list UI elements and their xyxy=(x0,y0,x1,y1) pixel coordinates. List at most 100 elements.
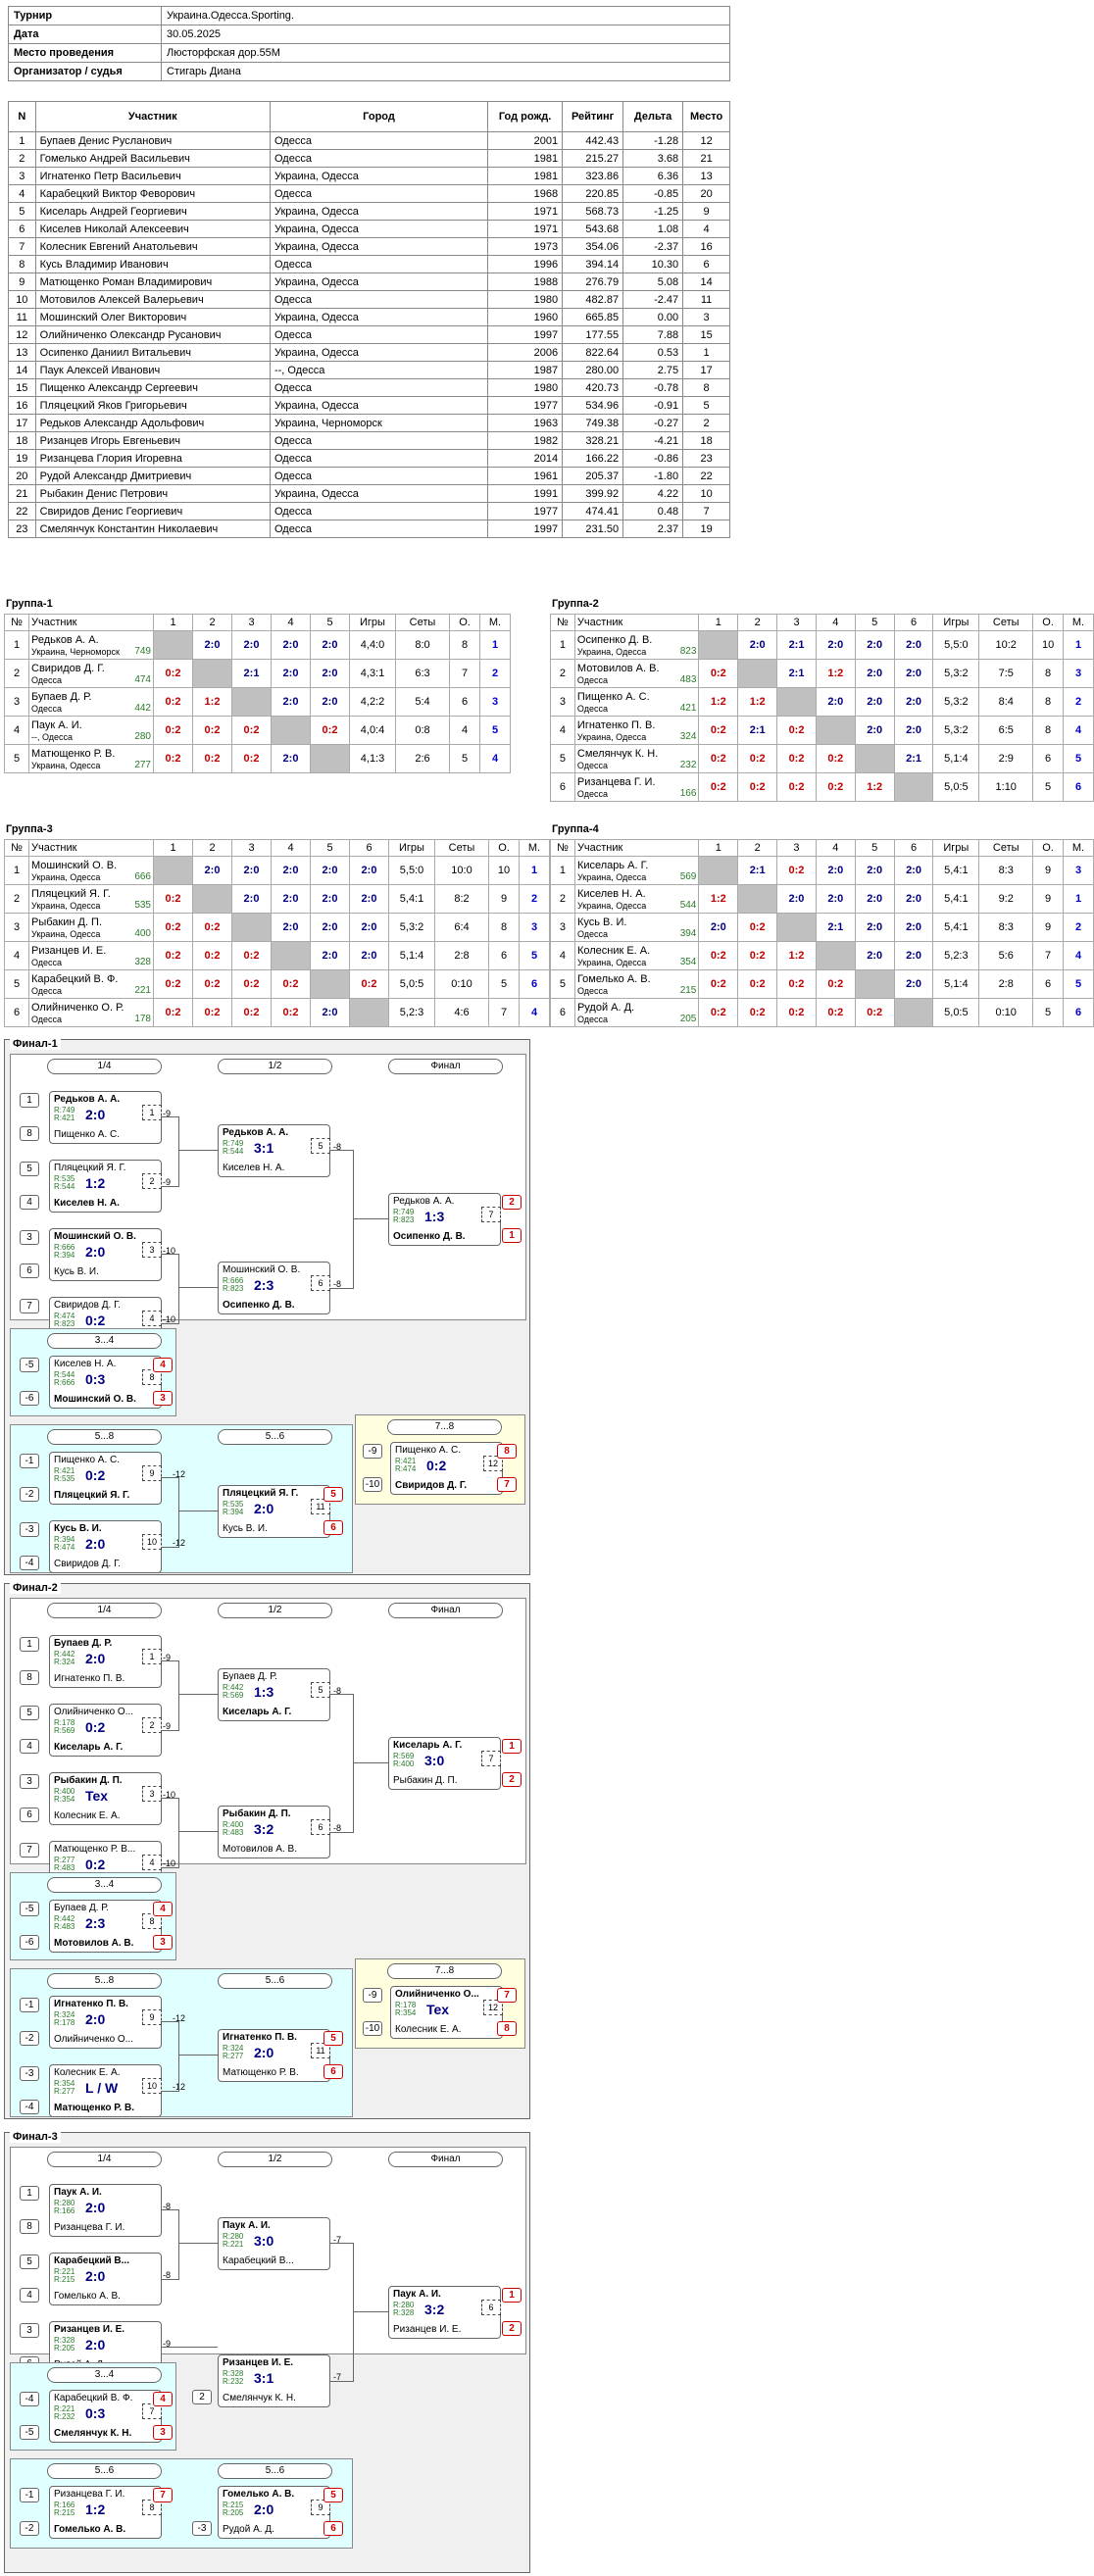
match-player-2: Ризанцев И. Е. xyxy=(393,2324,462,2335)
group-result-cell: 2:0 xyxy=(854,716,895,745)
group-sets: 6:3 xyxy=(395,659,450,688)
match-result: 2:3 xyxy=(85,1915,106,1931)
match-player-2: Олийниченко О... xyxy=(54,2034,134,2045)
group-result-cell: 0:2 xyxy=(153,687,193,717)
group-result-cell: 0:2 xyxy=(153,941,193,970)
match-result: 1:3 xyxy=(424,1209,445,1224)
match-player-2: Киселев Н. А. xyxy=(223,1163,285,1173)
group-self-cell xyxy=(893,772,934,802)
group-player-region: Одесса 232 xyxy=(576,759,697,770)
round-label: 5...6 xyxy=(218,1973,332,1989)
player-cell: -2.37 xyxy=(622,237,684,256)
group-result-cell: 2:0 xyxy=(815,856,856,885)
group-player-rating: 394 xyxy=(679,927,697,939)
group-header-cell: О. xyxy=(449,614,480,631)
seed-number: 3 xyxy=(20,1774,39,1789)
group-player-rating: 400 xyxy=(134,927,151,939)
group-player: Пищенко А. С. Одесса 421 xyxy=(573,687,700,717)
group-games: 5,3:2 xyxy=(388,913,435,942)
group-result-cell: 1:2 xyxy=(776,941,817,970)
player-cell: 280.00 xyxy=(562,361,624,379)
seed-number: -6 xyxy=(20,1935,39,1950)
match-result: 0:2 xyxy=(85,1313,106,1328)
match-number: 10 xyxy=(142,1534,162,1550)
match-result: 2:0 xyxy=(85,1244,106,1260)
group-sets: 8:0 xyxy=(395,630,450,660)
info-value: Стигарь Диана xyxy=(161,62,730,81)
group-player-rating: 178 xyxy=(134,1013,151,1024)
group-result-cell: 2:0 xyxy=(310,913,350,942)
bracket-match: Игнатенко П. В. R:324 R:178 2:0 Олийниченко … xyxy=(49,1996,162,2049)
group-result-cell: 2:0 xyxy=(854,884,895,914)
player-row: 20 Рудой Александр Дмитриевич Одесса 1961 20… xyxy=(8,467,730,485)
player-cell: Пищенко Александр Сергеевич xyxy=(34,378,271,397)
bracket-line xyxy=(161,2347,218,2349)
seed-number: 1 xyxy=(20,1093,39,1108)
player-cell: Свиридов Денис Георгиевич xyxy=(34,502,271,520)
group-sets: 8:3 xyxy=(978,913,1034,942)
group-result-cell: 1:2 xyxy=(815,659,856,688)
group-row: 3 Пищенко А. С. Одесса 421 1:2 1:2 2:0 2:0 2:0 5,… xyxy=(550,687,1094,717)
bracket-line xyxy=(329,1150,354,1289)
group-row-no: 2 xyxy=(4,884,29,914)
group-player-rating: 749 xyxy=(134,645,151,657)
player-row: 1 Бупаев Денис Русланович Одесса 2001 442.43… xyxy=(8,131,730,150)
match-result: L / W xyxy=(85,2080,119,2096)
match-ratings: R:749 R:544 xyxy=(223,1139,244,1156)
seed-number: 5 xyxy=(323,2488,343,2502)
seed-number: -4 xyxy=(20,2100,39,2114)
group-player-name: Редьков А. А. xyxy=(31,633,99,646)
player-cell: Одесса xyxy=(269,325,489,344)
match-number: 2 xyxy=(142,1173,162,1189)
player-cell: 1980 xyxy=(487,290,564,309)
seed-number: 7 xyxy=(153,2488,173,2502)
player-cell: 22 xyxy=(682,467,730,485)
group-games: 5,0:5 xyxy=(932,998,980,1027)
group-player-rating: 324 xyxy=(679,730,697,742)
match-player-2: Пищенко А. С. xyxy=(54,1129,121,1140)
group-player-rating: 328 xyxy=(134,956,151,967)
group-points: 6 xyxy=(488,941,520,970)
player-cell: 10.30 xyxy=(622,255,684,273)
group-row-no: 6 xyxy=(4,998,29,1027)
player-cell: 1977 xyxy=(487,396,564,415)
group-self-cell xyxy=(310,969,350,999)
match-ratings: R:749 R:421 xyxy=(54,1106,75,1122)
group-header-cell: 1 xyxy=(153,614,193,631)
group-player-rating: 421 xyxy=(679,702,697,714)
match-player-2: Гомелько А. В. xyxy=(54,2524,126,2535)
group-sets: 2:6 xyxy=(395,744,450,773)
bracket-match: Колесник Е. А. R:354 R:277 L / W Матющенко Р… xyxy=(49,2064,162,2117)
group-self-cell xyxy=(192,659,232,688)
group-self-cell xyxy=(153,630,193,660)
seed-number: 3 xyxy=(20,1230,39,1245)
group-header-row: № Участник 1 2 3 4 5 Игры Сеты О. М. xyxy=(4,614,511,631)
player-cell: 9 xyxy=(682,202,730,221)
bracket-line xyxy=(329,2243,354,2382)
seed-number: -1 xyxy=(20,2488,39,2502)
group-header-cell: Участник xyxy=(573,839,700,857)
match-result: 3:0 xyxy=(254,2233,274,2249)
group-player-name: Смелянчук К. Н. xyxy=(576,747,659,760)
group-player-rating: 483 xyxy=(679,673,697,685)
group-row-no: 3 xyxy=(4,687,29,717)
player-cell: 2014 xyxy=(487,449,564,468)
player-cell: 23 xyxy=(8,520,36,538)
bracket-match: Ризанцев И. Е. R:328 R:232 3:1 Смелянчук К. … xyxy=(218,2354,330,2407)
group-row: 2 Мотовилов А. В. Одесса 483 0:2 2:1 1:2 2:0 2:0… xyxy=(550,659,1094,688)
group-sets: 5:6 xyxy=(978,941,1034,970)
group-player-name: Мотовилов А. В. xyxy=(576,662,660,674)
match-result: 1:2 xyxy=(85,2502,106,2517)
group-self-cell xyxy=(153,856,193,885)
match-player-1: Гомелько А. В. xyxy=(223,2489,295,2500)
player-cell: Одесса xyxy=(269,502,489,520)
group-player-name: Рыбакин Д. П. xyxy=(31,916,103,928)
player-cell: Одесса xyxy=(269,467,489,485)
group-points: 5 xyxy=(488,969,520,999)
seed-number: 6 xyxy=(323,2521,343,2536)
seed-number: -9 xyxy=(363,1444,382,1459)
group-player-region: Украина, Одесса 400 xyxy=(31,927,151,939)
match-ratings: R:277 R:483 xyxy=(54,1856,75,1872)
bracket-line xyxy=(161,1254,179,1324)
seed-number: 8 xyxy=(497,1444,517,1459)
